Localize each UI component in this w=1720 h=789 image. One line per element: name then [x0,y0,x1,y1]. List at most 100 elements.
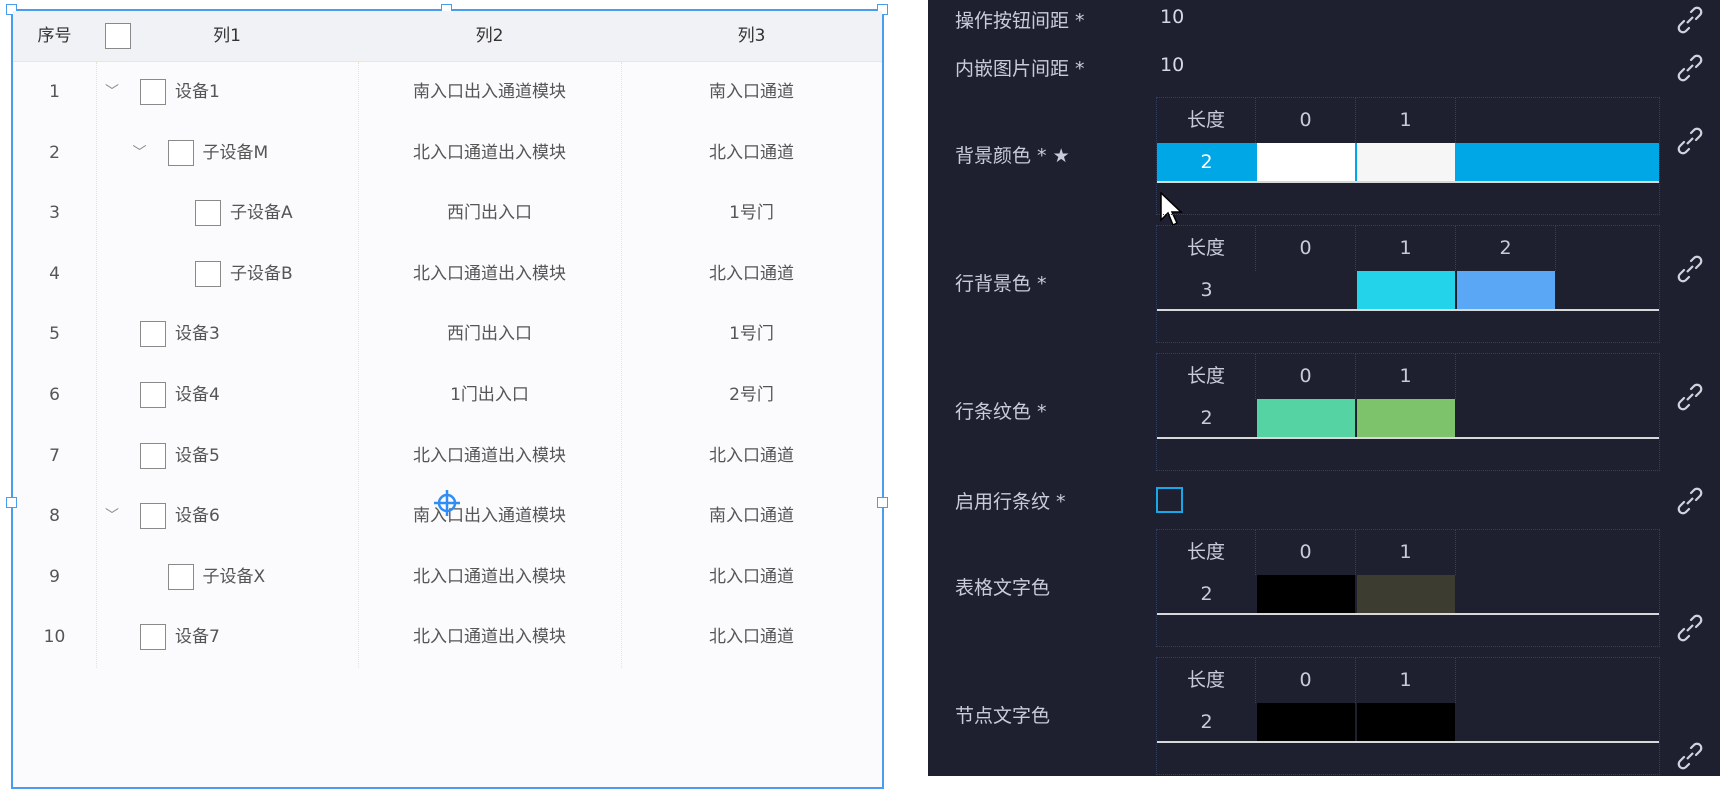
row-name: 设备5 [175,445,220,466]
color-swatch[interactable] [1357,271,1455,309]
image-spacing-input[interactable]: 10 [1160,54,1184,76]
color-swatch[interactable] [1257,143,1355,181]
row-checkbox[interactable] [140,382,166,408]
table-row[interactable]: 3 子设备A 西门出入口 1号门 [13,183,882,244]
row-col3: 1号门 [729,203,774,224]
color-prop-label: 节点文字色 [955,705,1051,727]
table-row[interactable]: 10 设备7 北入口通道出入模块 北入口通道 [13,607,882,668]
link-icon[interactable] [1676,6,1704,34]
row-underline [1157,613,1659,615]
link-icon[interactable] [1676,255,1704,283]
color-swatch[interactable] [1257,399,1355,437]
table-row[interactable]: 5 设备3 西门出入口 1号门 [13,304,882,365]
color-swatch[interactable] [1457,271,1555,309]
row-name: 设备7 [175,627,220,648]
row-checkbox[interactable] [167,139,194,166]
row-seq: 1 [49,82,60,102]
index-header: 1 [1356,530,1456,575]
row-name: 子设备M [202,142,269,163]
index-header: 1 [1356,98,1456,143]
length-value[interactable]: 3 [1157,271,1256,309]
index-header: 0 [1256,98,1356,143]
color-prop-label: 背景颜色 * ★ [955,145,1070,167]
table-row[interactable]: 4 子设备B 北入口通道出入模块 北入口通道 [13,244,882,305]
header-col1[interactable]: 列1 [96,11,358,62]
row-checkbox[interactable] [195,260,221,287]
header-seq: 序号 [37,26,72,46]
row-col2: 西门出入口 [447,203,532,224]
header-col2[interactable]: 列2 [358,11,621,62]
color-swatch[interactable] [1357,399,1455,437]
row-checkbox[interactable] [140,321,166,348]
color-array-editor[interactable]: 长度 0 1 2 [1156,97,1660,215]
table-row[interactable]: 6 设备4 1门出入口 2号门 [13,365,882,426]
row-underline [1157,437,1659,439]
length-header: 长度 [1157,226,1256,271]
index-header: 0 [1256,530,1356,575]
length-value[interactable]: 2 [1157,143,1256,181]
table-row[interactable]: 7 设备5 北入口通道出入模块 北入口通道 [13,426,882,487]
row-seq: 4 [49,263,60,284]
row-col3: 北入口通道 [709,263,794,284]
row-checkbox[interactable] [140,79,166,105]
row-seq: 9 [49,566,60,587]
row-checkbox[interactable] [167,563,194,590]
color-array-editor[interactable]: 长度 0 1 2 [1156,529,1660,647]
row-col2: 北入口通道出入模块 [413,566,566,587]
link-icon[interactable] [1676,487,1704,515]
color-swatch[interactable] [1357,575,1455,613]
row-seq: 8 [49,506,60,527]
color-prop-label: 行背景色 * [955,273,1047,295]
link-icon[interactable] [1676,614,1704,642]
color-swatch[interactable] [1357,143,1455,181]
color-array-editor[interactable]: 长度 0 1 2 3 [1156,225,1660,343]
row-checkbox[interactable] [195,200,221,227]
chevron-down-icon[interactable]: ﹀ [105,486,119,547]
row-col2: 北入口通道出入模块 [413,627,566,648]
row-checkbox[interactable] [140,442,166,469]
index-header: 1 [1356,226,1456,271]
table-canvas: 序号 列1 列2 列3 1 ﹀ 设备1 南入口出入通道模块 南入口通道 2 ﹀ 子设备M 北入口… [0,0,928,789]
row-seq: 7 [49,445,60,466]
row-checkbox[interactable] [140,624,166,651]
row-col3: 北入口通道 [709,445,794,466]
row-name: 设备4 [175,385,220,405]
row-name: 子设备B [230,263,293,284]
length-value[interactable]: 2 [1157,575,1256,613]
length-value[interactable]: 2 [1157,703,1256,741]
length-header: 长度 [1157,658,1256,703]
link-icon[interactable] [1676,383,1704,411]
color-array-editor[interactable]: 长度 0 1 2 [1156,657,1660,775]
enable-stripe-checkbox[interactable] [1156,487,1183,513]
row-underline [1157,309,1659,311]
link-icon[interactable] [1676,127,1704,155]
index-header: 0 [1256,658,1356,703]
button-spacing-label: 操作按钮间距 * [955,10,1085,32]
row-seq: 2 [49,142,60,163]
table-row[interactable]: 1 ﹀ 设备1 南入口出入通道模块 南入口通道 [13,62,882,123]
header-col3[interactable]: 列3 [621,11,882,62]
color-swatch[interactable] [1257,575,1355,613]
row-col3: 北入口通道 [709,566,794,587]
row-seq: 6 [49,385,60,405]
row-name: 子设备X [202,566,266,587]
property-panel: 操作按钮间距 * 10 内嵌图片间距 * 10 启用行条纹 * 背景颜色 * ★… [928,0,1720,776]
row-checkbox[interactable] [140,503,166,530]
index-header: 0 [1256,226,1356,271]
table-row[interactable]: 9 子设备X 北入口通道出入模块 北入口通道 [13,547,882,608]
table-row[interactable]: 2 ﹀ 子设备M 北入口通道出入模块 北入口通道 [13,123,882,184]
chevron-down-icon[interactable]: ﹀ [133,123,147,184]
color-swatch[interactable] [1357,703,1455,741]
length-header: 长度 [1157,98,1256,143]
chevron-down-icon[interactable]: ﹀ [105,62,119,123]
color-array-editor[interactable]: 长度 0 1 2 [1156,353,1660,471]
link-icon[interactable] [1676,54,1704,82]
color-swatch[interactable] [1257,703,1355,741]
table-header: 序号 列1 列2 列3 [13,11,882,62]
length-value[interactable]: 2 [1157,399,1256,437]
row-col3: 北入口通道 [709,627,794,648]
row-seq: 5 [49,324,60,345]
button-spacing-input[interactable]: 10 [1160,6,1184,28]
index-header: 1 [1356,658,1456,703]
link-icon[interactable] [1676,742,1704,770]
